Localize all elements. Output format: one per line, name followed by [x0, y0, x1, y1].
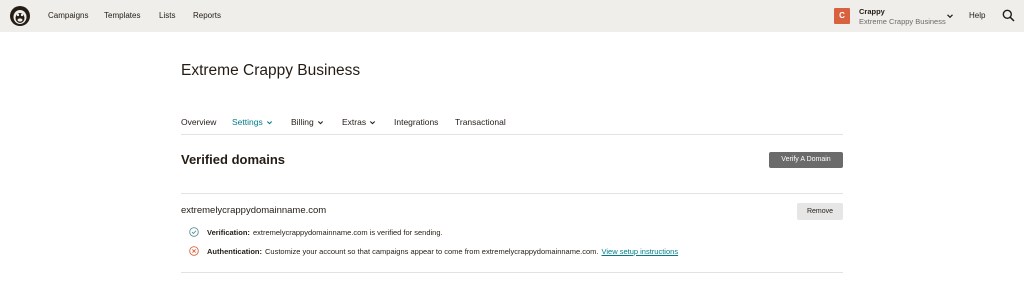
section-divider — [181, 193, 843, 194]
verification-status: Verification: extremelycrappydomainname.… — [189, 227, 443, 237]
verification-label: Verification: — [207, 227, 250, 237]
authentication-text: Customize your account so that campaigns… — [265, 246, 599, 256]
nav-lists[interactable]: Lists — [159, 11, 175, 20]
account-name[interactable]: Crappy — [859, 7, 885, 16]
authentication-label: Authentication: — [207, 246, 262, 256]
section-title: Verified domains — [181, 152, 286, 167]
tab-label: Transactional — [455, 117, 506, 127]
check-circle-icon — [189, 227, 199, 237]
tab-label: Billing — [291, 117, 314, 127]
tab-integrations[interactable]: Integrations — [394, 117, 438, 127]
tab-label: Overview — [181, 117, 217, 127]
mailchimp-logo-icon[interactable] — [9, 5, 31, 27]
verify-domain-button[interactable]: Verify A Domain — [769, 152, 843, 168]
tab-label: Extras — [342, 117, 367, 127]
chevron-down-icon[interactable] — [946, 12, 954, 20]
tab-transactional[interactable]: Transactional — [455, 117, 506, 127]
tabs-divider — [181, 134, 843, 135]
error-circle-icon — [189, 246, 199, 256]
remove-button[interactable]: Remove — [797, 203, 843, 220]
tab-label: Integrations — [394, 117, 439, 127]
view-setup-instructions-link[interactable]: View setup instructions — [602, 247, 679, 256]
nav-templates[interactable]: Templates — [104, 11, 140, 20]
nav-reports[interactable]: Reports — [193, 11, 221, 20]
chevron-down-icon — [317, 121, 323, 125]
account-avatar[interactable]: C — [834, 8, 850, 24]
bottom-divider — [181, 272, 843, 273]
tab-extras[interactable]: Extras — [342, 117, 376, 127]
tab-settings[interactable]: Settings — [232, 117, 273, 127]
page-title: Extreme Crappy Business — [181, 62, 361, 79]
chevron-down-icon — [266, 121, 272, 125]
top-navigation-bar: Campaigns Templates Lists Reports C Crap… — [0, 0, 1024, 32]
chevron-down-icon — [370, 121, 376, 125]
search-icon[interactable] — [1002, 9, 1015, 22]
domain-name: extremelycrappydomainname.com — [181, 205, 327, 216]
nav-campaigns[interactable]: Campaigns — [48, 11, 88, 20]
account-org[interactable]: Extreme Crappy Business — [859, 17, 946, 26]
tab-overview[interactable]: Overview — [181, 117, 216, 127]
tab-label: Settings — [232, 117, 263, 127]
authentication-status: Authentication: Customize your account s… — [189, 246, 678, 256]
help-link[interactable]: Help — [969, 11, 985, 20]
verification-text: extremelycrappydomainname.com is verifie… — [252, 227, 443, 237]
tab-billing[interactable]: Billing — [291, 117, 324, 127]
